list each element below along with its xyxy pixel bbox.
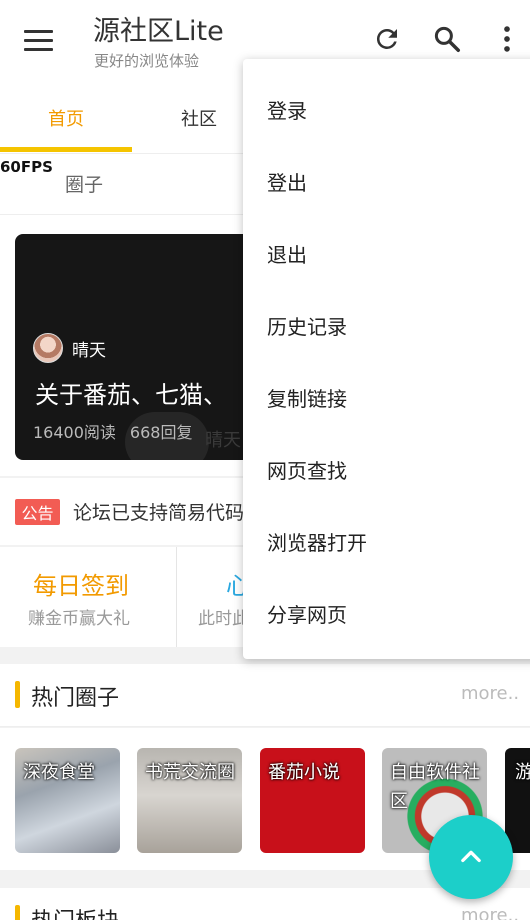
app-subtitle: 更好的浏览体验 (94, 52, 200, 70)
circle-card[interactable]: 番茄小说 (260, 748, 365, 853)
circle-label: 书荒交流圈 (145, 762, 235, 783)
app-screen: 源社区Lite 更好的浏览体验 首页 社区 60FPS 圈子 晴天 晴天 关于番… (0, 0, 530, 920)
hot-circles-title: 热门圈子 (31, 686, 120, 711)
tab-indicator (0, 147, 132, 152)
feature-divider (176, 547, 177, 647)
section-accent-bar (15, 681, 20, 708)
fps-counter: 60FPS (0, 158, 53, 176)
menu-item-exit[interactable]: 退出 (243, 217, 530, 289)
circle-label: 深夜食堂 (23, 762, 95, 783)
menu-item-find-in-page[interactable]: 网页查找 (243, 433, 530, 505)
overflow-menu: 登录 登出 退出 历史记录 复制链接 网页查找 浏览器打开 分享网页 (243, 59, 530, 659)
menu-item-copy-link[interactable]: 复制链接 (243, 361, 530, 433)
menu-item-history[interactable]: 历史记录 (243, 289, 530, 361)
feature-2-subtitle: 此时此 (198, 609, 249, 629)
circle-card[interactable]: 深夜食堂 (15, 748, 120, 853)
banner-watermark-text: 晴天 (205, 430, 241, 451)
hot-circles-more-link[interactable]: more.. (461, 683, 519, 704)
notice-badge: 公告 (15, 499, 60, 525)
read-count: 16400阅读 (33, 423, 116, 442)
circle-label: 番茄小说 (268, 762, 340, 783)
hot-boards-title: 热门板块 (31, 903, 119, 920)
chevron-up-icon (461, 850, 481, 863)
refresh-icon[interactable] (370, 22, 404, 56)
notice-text[interactable]: 论坛已支持简易代码 (73, 498, 248, 525)
subtab-circles[interactable]: 圈子 (65, 170, 103, 197)
search-icon[interactable] (430, 22, 464, 56)
banner-title[interactable]: 关于番茄、七猫、 (35, 375, 265, 410)
tab-home[interactable]: 首页 (0, 82, 132, 154)
scroll-top-button[interactable] (429, 815, 513, 899)
banner-author[interactable]: 晴天 (72, 336, 106, 361)
circle-card[interactable]: 游 (505, 748, 530, 853)
daily-checkin-title[interactable]: 每日签到 (33, 566, 129, 601)
circle-label: 游 (515, 762, 530, 783)
daily-checkin-subtitle: 赚金币赢大礼 (28, 609, 130, 629)
avatar[interactable] (33, 333, 63, 363)
more-vertical-icon[interactable] (490, 22, 524, 56)
reply-count: 668回复 (129, 423, 193, 442)
menu-icon[interactable] (24, 30, 54, 52)
menu-item-logout[interactable]: 登出 (243, 145, 530, 217)
circle-label: 自由软件社区 (390, 762, 480, 812)
circle-card[interactable]: 书荒交流圈 (137, 748, 242, 853)
hot-boards-more-link[interactable]: more.. (461, 905, 519, 920)
app-title: 源社区Lite (93, 16, 224, 47)
banner-meta: 16400阅读 668回复 (33, 419, 192, 443)
menu-item-share-page[interactable]: 分享网页 (243, 577, 530, 649)
section-accent-bar (15, 905, 20, 920)
menu-item-login[interactable]: 登录 (243, 73, 530, 145)
menu-item-open-in-browser[interactable]: 浏览器打开 (243, 505, 530, 577)
